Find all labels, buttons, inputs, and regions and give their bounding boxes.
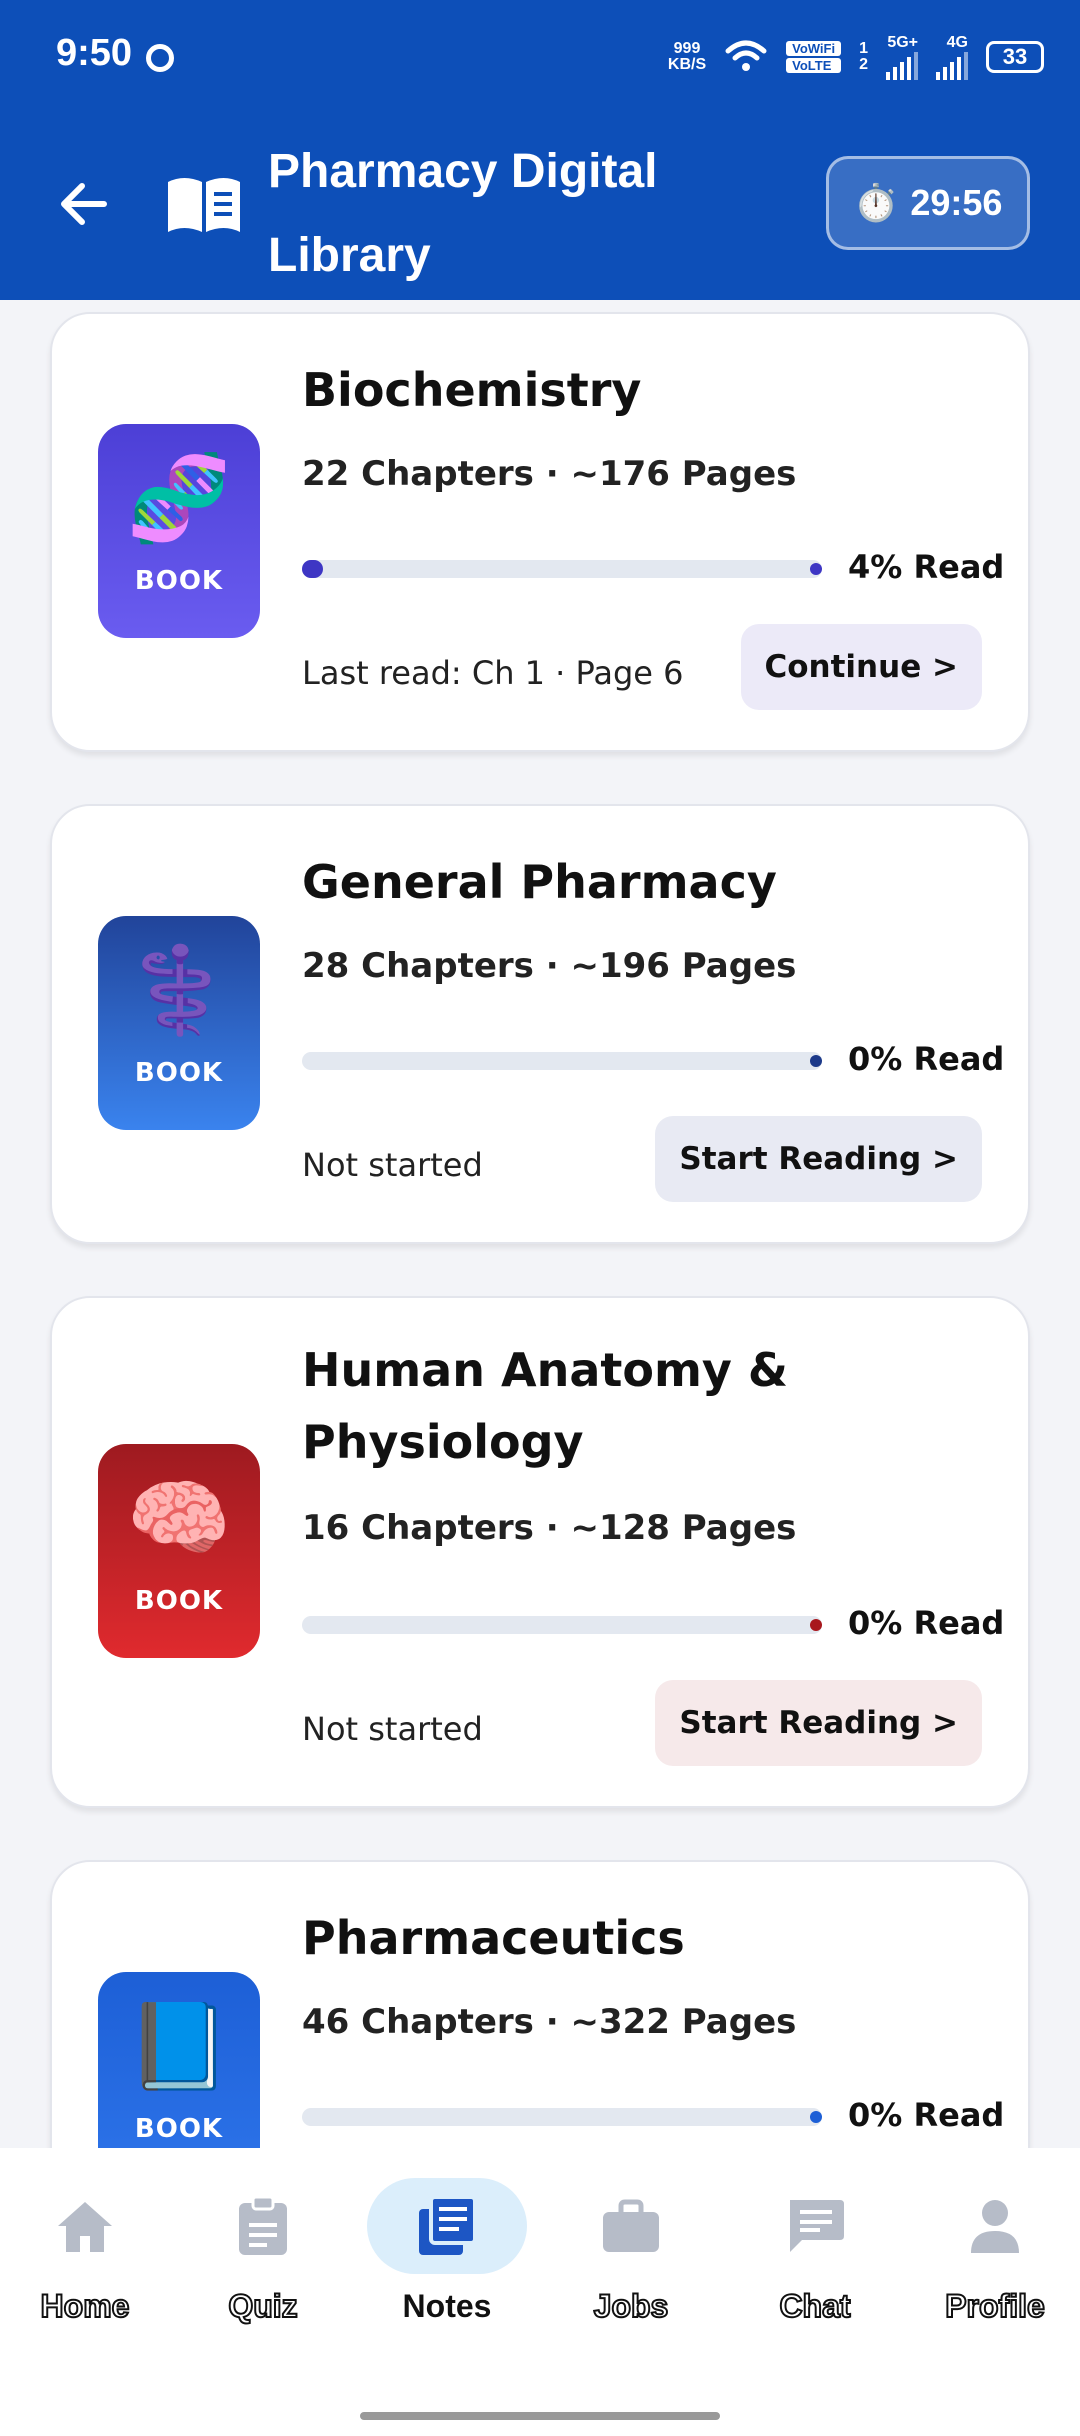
- last-read: Last read: Ch 1 · Page 6: [302, 654, 684, 692]
- nav-label: Home: [40, 2287, 131, 2325]
- book-card-human-anatomy[interactable]: 🧠 BOOK Human Anatomy & Physiology 16 Cha…: [50, 1296, 1030, 1808]
- nav-chat[interactable]: Chat: [730, 2178, 900, 2338]
- app-bar: Pharmacy Digital Library ⏱️ 29:56: [0, 110, 1080, 300]
- progress-label: 0% Read: [848, 1040, 1005, 1078]
- vowifi-badge: VoWiFi VoLTE: [786, 41, 842, 73]
- nav-label: Profile: [944, 2287, 1046, 2325]
- progress-bar: [302, 1616, 822, 1634]
- progress-bar: [302, 1052, 822, 1070]
- chat-icon: [735, 2178, 895, 2274]
- nav-jobs[interactable]: Jobs: [546, 2178, 716, 2338]
- signal-sim2: 4G: [936, 34, 968, 80]
- nav-notes[interactable]: Notes: [362, 2178, 532, 2338]
- nav-label: Notes: [402, 2288, 492, 2324]
- data-rate-unit: KB/S: [667, 56, 707, 73]
- progress-end-dot: [810, 1619, 822, 1631]
- home-icon: [5, 2178, 165, 2274]
- reading-status: Not started: [302, 1146, 483, 1184]
- nav-label: Chat: [778, 2287, 851, 2325]
- sim-indicators: 1 2: [859, 41, 868, 73]
- progress-fill: [302, 560, 323, 578]
- continue-button[interactable]: Continue >: [740, 624, 982, 710]
- timer-badge[interactable]: ⏱️ 29:56: [826, 156, 1030, 250]
- briefcase-icon: [551, 2178, 711, 2274]
- battery-icon: 33: [986, 41, 1044, 73]
- status-bar: 9:50 999 KB/S VoWiFi VoLTE 1 2 5G+ 4G 33: [0, 0, 1080, 110]
- blue-book-icon: 📘: [126, 1997, 232, 2095]
- progress-end-dot: [810, 1055, 822, 1067]
- cover-label: BOOK: [134, 2114, 224, 2144]
- notification-dot-icon: [146, 44, 174, 72]
- book-card-biochemistry[interactable]: 🧬 BOOK Biochemistry 22 Chapters · ~176 P…: [50, 312, 1030, 752]
- signal-sim1: 5G+: [886, 34, 918, 80]
- progress-bar: [302, 560, 822, 578]
- data-rate-value: 999: [673, 40, 701, 57]
- cover-label: BOOK: [134, 1058, 224, 1088]
- arrow-left-icon: [61, 183, 107, 225]
- sim1-label: 1: [859, 40, 868, 57]
- notes-icon: [367, 2178, 527, 2274]
- nav-home[interactable]: Home: [0, 2178, 170, 2338]
- status-icons: 999 KB/S VoWiFi VoLTE 1 2 5G+ 4G 33: [668, 34, 1044, 80]
- timer-value: 29:56: [910, 182, 1003, 223]
- book-meta: 22 Chapters · ~176 Pages: [302, 454, 797, 494]
- stopwatch-icon: ⏱️: [853, 182, 899, 223]
- book-cover: 🧬 BOOK: [98, 424, 260, 638]
- book-title: Pharmaceutics: [302, 1911, 685, 1965]
- bottom-navigation: Home Quiz Notes Jobs Chat Profile: [0, 2148, 1080, 2436]
- signal-bars-icon: [936, 52, 968, 80]
- open-book-icon: [168, 178, 240, 232]
- status-time: 9:50: [56, 32, 133, 74]
- cover-label: BOOK: [134, 1586, 224, 1616]
- progress-label: 4% Read: [848, 548, 1005, 586]
- profile-icon: [915, 2178, 1075, 2274]
- data-rate: 999 KB/S: [668, 41, 706, 73]
- progress-label: 0% Read: [848, 1604, 1005, 1642]
- page-title: Pharmacy Digital Library: [268, 145, 658, 282]
- nav-profile[interactable]: Profile: [910, 2178, 1080, 2338]
- sim2-label: 2: [859, 56, 868, 73]
- book-cover: 📘 BOOK: [98, 1972, 260, 2148]
- reading-status: Not started: [302, 1710, 483, 1748]
- dna-icon: 🧬: [126, 449, 232, 547]
- vowifi-label: VoWiFi: [786, 41, 842, 56]
- book-meta: 28 Chapters · ~196 Pages: [302, 946, 797, 986]
- book-cover: 🧠 BOOK: [98, 1444, 260, 1658]
- start-reading-button[interactable]: Start Reading >: [655, 1680, 982, 1766]
- progress-label: 0% Read: [848, 2096, 1005, 2134]
- back-button[interactable]: [52, 172, 116, 236]
- volte-label: VoLTE: [786, 58, 842, 73]
- network-type-1: 5G+: [887, 34, 918, 51]
- book-cover: ⚕️ BOOK: [98, 916, 260, 1130]
- nav-quiz[interactable]: Quiz: [178, 2178, 348, 2338]
- clipboard-icon: [183, 2178, 343, 2274]
- book-list[interactable]: 🧬 BOOK Biochemistry 22 Chapters · ~176 P…: [0, 300, 1080, 2148]
- home-indicator[interactable]: [360, 2412, 720, 2420]
- nav-label: Jobs: [593, 2287, 670, 2325]
- book-title: Biochemistry: [302, 363, 642, 417]
- cover-label: BOOK: [134, 566, 224, 596]
- signal-bars-icon: [886, 52, 918, 80]
- wifi-icon: [725, 40, 767, 71]
- progress-end-dot: [810, 563, 822, 575]
- start-reading-button[interactable]: Start Reading >: [655, 1116, 982, 1202]
- brain-icon: 🧠: [126, 1469, 232, 1567]
- book-card-general-pharmacy[interactable]: ⚕️ BOOK General Pharmacy 28 Chapters · ~…: [50, 804, 1030, 1244]
- book-title: Human Anatomy & Physiology: [302, 1343, 789, 1469]
- book-meta: 16 Chapters · ~128 Pages: [302, 1508, 797, 1548]
- book-card-pharmaceutics[interactable]: 📘 BOOK Pharmaceutics 46 Chapters · ~322 …: [50, 1860, 1030, 2148]
- progress-bar: [302, 2108, 822, 2126]
- book-meta: 46 Chapters · ~322 Pages: [302, 2002, 797, 2042]
- book-title: General Pharmacy: [302, 855, 777, 909]
- nav-label: Quiz: [227, 2287, 298, 2325]
- caduceus-icon: ⚕️: [126, 941, 232, 1039]
- progress-end-dot: [810, 2111, 822, 2123]
- network-type-2: 4G: [946, 34, 968, 51]
